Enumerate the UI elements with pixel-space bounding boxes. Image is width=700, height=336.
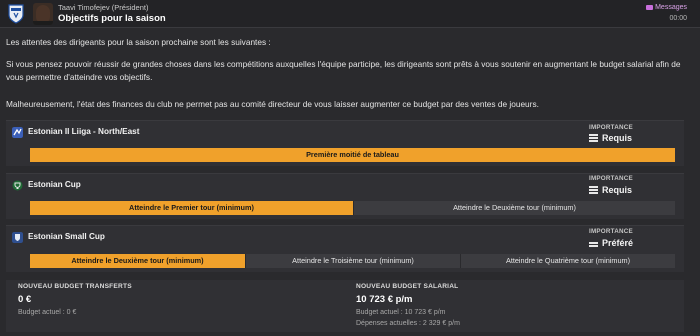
message-subject: Objectifs pour la saison: [58, 13, 166, 24]
transfer-budget-current: Budget actuel : 0 €: [18, 309, 77, 316]
importance-label: IMPORTANCE: [589, 175, 633, 182]
option-segment[interactable]: Première moitié de tableau: [30, 148, 675, 162]
option-segment[interactable]: Atteindre le Deuxième tour (minimum): [353, 201, 675, 215]
importance-value: Préféré: [589, 238, 633, 248]
cup-icon: [12, 180, 23, 191]
importance-label: IMPORTANCE: [589, 124, 633, 131]
transfer-budget: NOUVEAU BUDGET TRANSFERTS 0 € Budget act…: [18, 283, 132, 316]
importance-value: Requis: [589, 185, 632, 195]
salary-current-spend: Dépenses actuelles : 2 329 € p/m: [356, 320, 460, 327]
intro-paragraph-3: Malheureusement, l'état des finances du …: [6, 99, 539, 109]
competition-name[interactable]: Estonian II Liiga - North/East: [28, 127, 139, 136]
messages-tag[interactable]: Messages: [646, 4, 687, 11]
objective-options: Première moitié de tableau: [30, 148, 675, 162]
transfer-budget-value: 0 €: [18, 294, 32, 305]
importance-bars-icon: [589, 134, 598, 142]
importance-value: Requis: [589, 133, 632, 143]
salary-budget-value: 10 723 € p/m: [356, 294, 413, 305]
objective-card-small-cup: Estonian Small Cup IMPORTANCE Préféré At…: [6, 225, 684, 272]
messages-tag-label: Messages: [655, 4, 687, 11]
transfer-budget-label: NOUVEAU BUDGET TRANSFERTS: [18, 283, 132, 290]
salary-budget-label: NOUVEAU BUDGET SALARIAL: [356, 283, 459, 290]
salary-budget: NOUVEAU BUDGET SALARIAL 10 723 € p/m Bud…: [356, 283, 460, 327]
club-crest-icon: [8, 4, 24, 24]
salary-budget-current: Budget actuel : 10 723 € p/m: [356, 309, 446, 316]
importance-text: Préféré: [602, 238, 634, 248]
objective-options: Atteindre le Deuxième tour (minimum) Att…: [30, 254, 675, 268]
option-segment[interactable]: Atteindre le Troisième tour (minimum): [245, 254, 460, 268]
competition-name[interactable]: Estonian Cup: [28, 180, 81, 189]
message-header: Taavi Timofejev (Président) Objectifs po…: [0, 0, 700, 28]
option-segment[interactable]: Atteindre le Quatrième tour (minimum): [460, 254, 675, 268]
objective-card-league: Estonian II Liiga - North/East IMPORTANC…: [6, 120, 684, 166]
importance-text: Requis: [602, 185, 633, 195]
sender-avatar[interactable]: [33, 3, 53, 25]
objective-options: Atteindre le Premier tour (minimum) Atte…: [30, 201, 675, 215]
intro-paragraph-2: Si vous pensez pouvoir réussir de grande…: [6, 59, 681, 82]
importance-label: IMPORTANCE: [589, 228, 633, 235]
message-time: 00:00: [669, 15, 687, 22]
sender-name[interactable]: Taavi Timofejev (Président): [58, 3, 148, 12]
league-icon: [12, 127, 23, 138]
envelope-icon: [646, 4, 654, 10]
option-segment[interactable]: Atteindre le Premier tour (minimum): [30, 201, 353, 215]
budget-panel: NOUVEAU BUDGET TRANSFERTS 0 € Budget act…: [6, 280, 684, 332]
objective-card-cup: Estonian Cup IMPORTANCE Requis Atteindre…: [6, 173, 684, 219]
importance-text: Requis: [602, 133, 633, 143]
intro-paragraph-1: Les attentes des dirigeants pour la sais…: [6, 37, 271, 47]
importance-bars-icon: [589, 239, 598, 247]
importance-bars-icon: [589, 186, 598, 194]
competition-name[interactable]: Estonian Small Cup: [28, 232, 105, 241]
small-cup-icon: [12, 232, 23, 243]
option-segment[interactable]: Atteindre le Deuxième tour (minimum): [30, 254, 245, 268]
